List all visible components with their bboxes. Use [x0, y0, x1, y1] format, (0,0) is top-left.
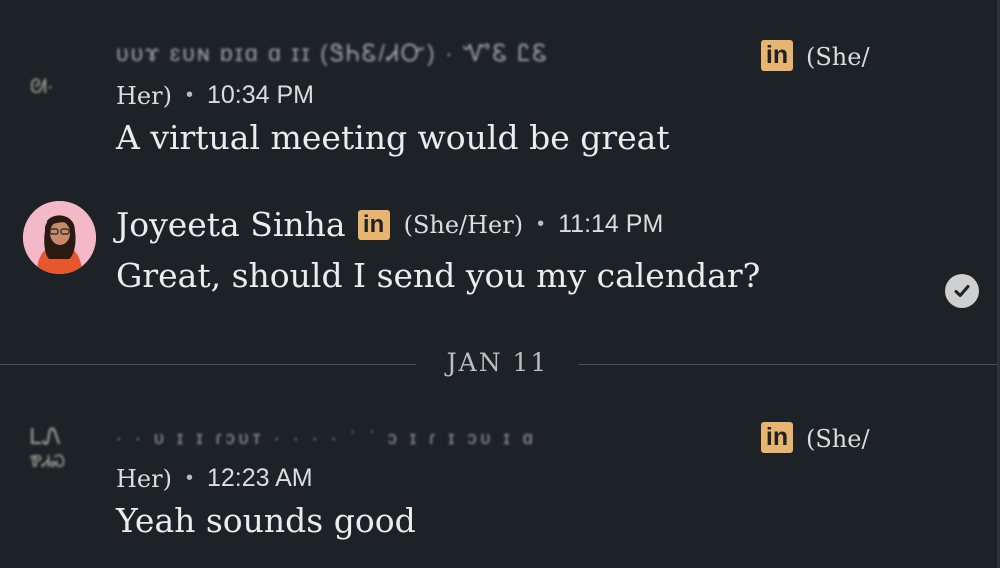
sender-name[interactable]: · · ᴜ ɪ ɪ ɾɔᴜᴛ · · · · ʾ ʿ ɔ ɪ ɾ ɪ ɔᴜ ɪ … — [116, 428, 716, 449]
pronouns-label: (She/ — [806, 425, 870, 453]
divider-right — [578, 364, 998, 365]
message-text: Yeah sounds good — [116, 501, 416, 540]
linkedin-badge-icon: in — [357, 209, 390, 240]
message-header: Joyeeta Sinha in (She/Her) • 11:14 PM — [116, 205, 663, 244]
separator-dot: • — [537, 213, 545, 235]
check-circle-icon — [945, 274, 979, 308]
pronouns-label: (She/Her) — [403, 210, 524, 239]
sender-name[interactable]: Joyeeta Sinha — [116, 205, 346, 244]
avatar-photo — [23, 201, 96, 274]
messaging-thread: ᘛ· ᴜᴜɤ ɛᴜɴ ɒɪɑ ɑ ɪɪ (ᏕᏂᏋ/ᏗᏅ) · ᏉᏋ ᏝᏋ in … — [0, 0, 1000, 568]
message-text: A virtual meeting would be great — [116, 118, 670, 157]
avatar-glyph: ᏈᏗᏍ — [30, 454, 66, 471]
avatar-glyph: ᏞᏁ — [30, 424, 61, 449]
pronouns-label: Her) — [116, 464, 172, 493]
message-meta: Her) • 10:34 PM — [116, 81, 314, 110]
date-separator: JAN 11 — [446, 348, 549, 377]
divider-left — [0, 364, 416, 365]
separator-dot: • — [185, 467, 193, 489]
linkedin-badge-icon: in — [761, 40, 793, 71]
linkedin-badge-icon: in — [761, 422, 793, 453]
pronouns-label: Her) — [116, 81, 172, 110]
timestamp: 10:34 PM — [206, 81, 314, 109]
checkmark-icon — [954, 285, 970, 297]
avatar-glyph: ᘛ· — [30, 76, 54, 98]
timestamp: 11:14 PM — [558, 210, 664, 238]
timestamp: 12:23 AM — [206, 464, 313, 492]
message-text: Great, should I send you my calendar? — [116, 256, 761, 295]
avatar[interactable]: ᘛ· — [30, 76, 54, 99]
avatar[interactable] — [23, 201, 96, 274]
message-meta: Her) • 12:23 AM — [116, 464, 313, 493]
sender-name[interactable]: ᴜᴜɤ ɛᴜɴ ɒɪɑ ɑ ɪɪ (ᏕᏂᏋ/ᏗᏅ) · ᏉᏋ ᏝᏋ — [116, 40, 706, 67]
avatar[interactable]: ᏞᏁ ᏈᏗᏍ — [30, 424, 65, 476]
pronouns-label: (She/ — [806, 43, 870, 71]
separator-dot: • — [185, 84, 193, 106]
